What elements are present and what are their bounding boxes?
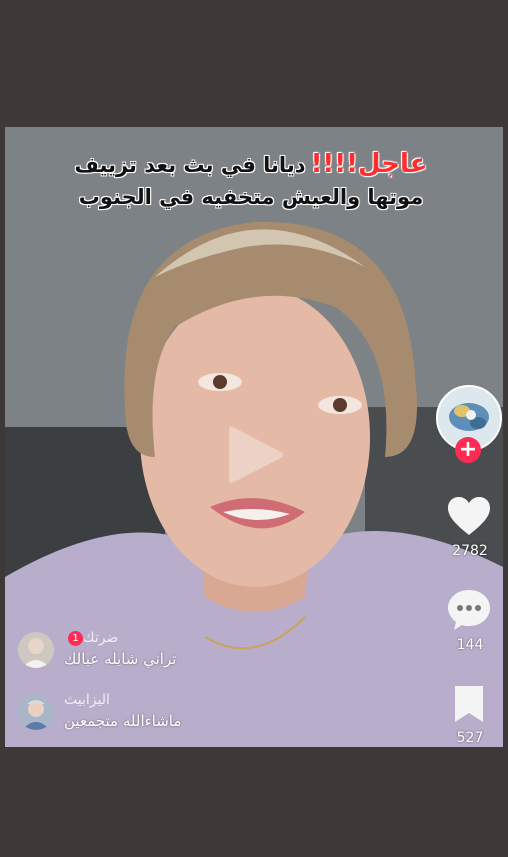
save-count: 527 bbox=[456, 730, 484, 746]
comment-text: تراني شايله عيالك bbox=[64, 650, 177, 668]
comment-count: 144 bbox=[456, 637, 484, 653]
bookmark-icon[interactable] bbox=[452, 684, 486, 724]
comment-icon[interactable] bbox=[446, 588, 492, 632]
like-count: 2782 bbox=[452, 543, 488, 559]
heart-icon[interactable] bbox=[446, 495, 492, 537]
play-icon[interactable] bbox=[227, 423, 285, 487]
commenter-name-text: ضرتك bbox=[83, 630, 119, 646]
follow-button[interactable]: + bbox=[455, 437, 481, 463]
commenter-avatar bbox=[18, 694, 54, 730]
video-caption: عاجل!!!! ديانا في بث بعد تزييف موتها وال… bbox=[71, 149, 431, 214]
commenter-name: ضرتك1 bbox=[64, 630, 118, 646]
caption-urgent: عاجل!!!! bbox=[310, 149, 428, 179]
creator-avatar-follow[interactable]: + bbox=[436, 385, 502, 463]
commenter-name: اليزابيث bbox=[64, 692, 110, 708]
live-comment: ضرتك1 تراني شايله عيالك bbox=[18, 630, 248, 674]
plus-icon: + bbox=[458, 437, 478, 462]
commenter-badge: 1 bbox=[68, 630, 83, 646]
commenter-avatar bbox=[18, 632, 54, 668]
live-comment: اليزابيث ماشاءالله متجمعين bbox=[18, 692, 248, 736]
comment-text: ماشاءالله متجمعين bbox=[64, 712, 182, 730]
